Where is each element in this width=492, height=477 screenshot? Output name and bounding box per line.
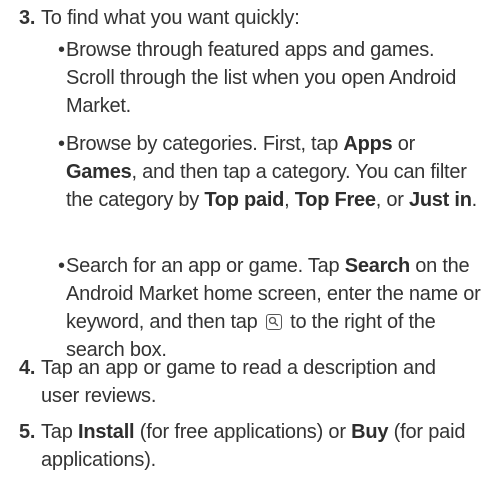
step-3: 3. To find what you want quickly: bbox=[19, 4, 479, 32]
bullet-dot: • bbox=[58, 39, 65, 61]
step-text: Tap Install (for free applications) or B… bbox=[19, 418, 479, 474]
step-number: 4. bbox=[19, 357, 36, 379]
text-segment: Browse by categories. First, tap bbox=[66, 133, 344, 155]
bullet-item-featured: • Browse through featured apps and games… bbox=[58, 36, 486, 120]
text-segment: . bbox=[471, 189, 478, 211]
text-segment: , or bbox=[375, 189, 409, 211]
bullet-text: Search for an app or game. Tap Search on… bbox=[58, 252, 486, 364]
keyword-top-free: Top Free bbox=[294, 189, 376, 211]
keyword-top-paid: Top paid bbox=[204, 189, 285, 211]
bullet-text: Browse by categories. First, tap Apps or… bbox=[58, 130, 486, 214]
step-4: 4. Tap an app or game to read a descript… bbox=[19, 354, 479, 410]
step-5: 5. Tap Install (for free applications) o… bbox=[19, 418, 479, 474]
keyword-search: Search bbox=[344, 255, 410, 277]
keyword-just-in: Just in bbox=[408, 189, 472, 211]
step-text: To find what you want quickly: bbox=[41, 7, 300, 29]
step-number: 3. bbox=[19, 7, 36, 29]
text-segment: or bbox=[392, 133, 416, 155]
text-segment: (for free applications) or bbox=[134, 421, 352, 443]
manual-page: 3. To find what you want quickly: • Brow… bbox=[0, 0, 492, 477]
keyword-apps: Apps bbox=[343, 133, 393, 155]
keyword-buy: Buy bbox=[351, 421, 389, 443]
search-icon bbox=[265, 314, 282, 330]
text-segment: , bbox=[284, 189, 295, 211]
keyword-install: Install bbox=[78, 421, 135, 443]
step-text: Tap an app or game to read a description… bbox=[41, 357, 436, 407]
step-number: 5. bbox=[19, 421, 36, 443]
bullet-dot: • bbox=[58, 133, 65, 155]
bullet-item-categories: • Browse by categories. First, tap Apps … bbox=[58, 130, 486, 214]
keyword-games: Games bbox=[66, 161, 132, 183]
text-segment: Tap bbox=[41, 421, 79, 443]
bullet-dot: • bbox=[58, 255, 65, 277]
text-segment: Search for an app or game. Tap bbox=[66, 255, 345, 277]
bullet-text: Browse through featured apps and games. … bbox=[66, 39, 457, 117]
bullet-item-search: • Search for an app or game. Tap Search … bbox=[58, 252, 486, 364]
